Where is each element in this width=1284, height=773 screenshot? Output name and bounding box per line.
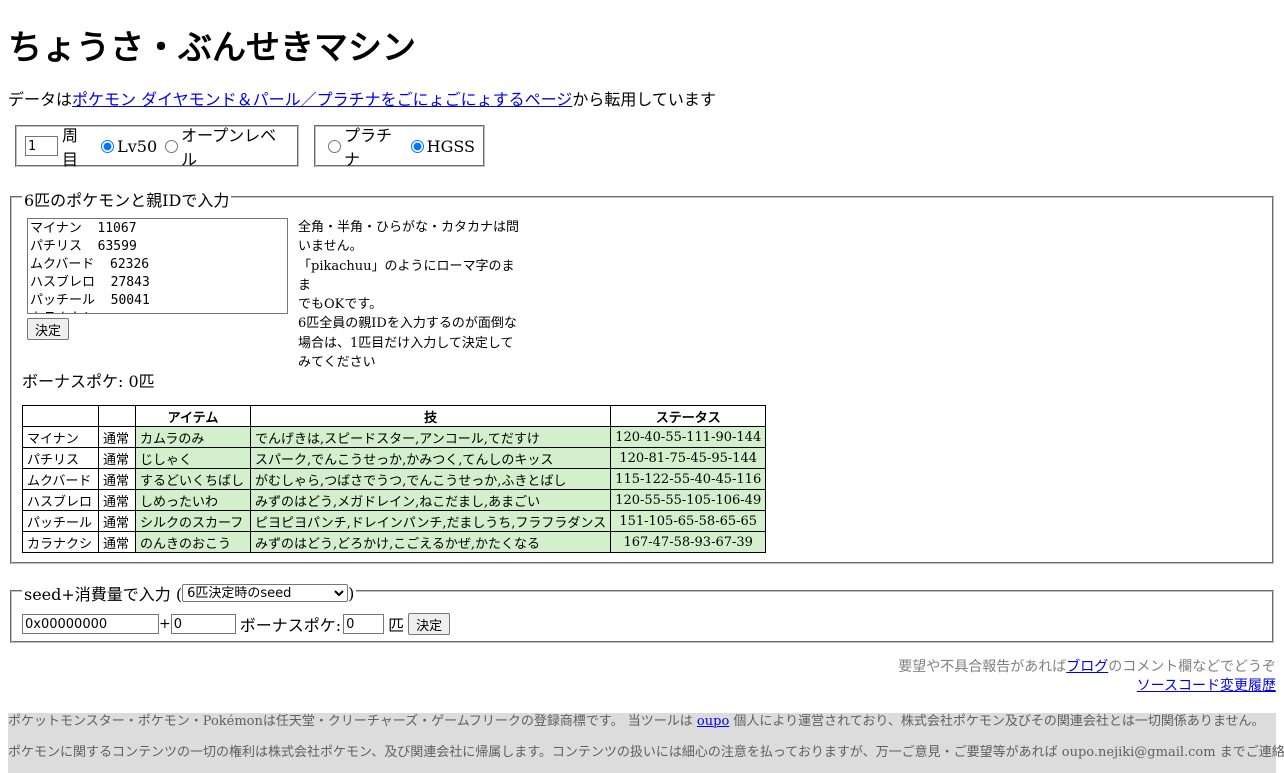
pokemon-item: するどいくちばし [135, 468, 251, 490]
pokemon-kind: 通常 [98, 531, 136, 553]
seed-bonus-label: ボーナスポケ: [239, 616, 342, 635]
seed-input-legend: seed+消費量で入力 ( 6匹決定時のseed ) [22, 581, 357, 605]
table-row: パッチール 通常 シルクのスカーフ ピヨピヨパンチ,ドレインパンチ,だましうち,… [22, 510, 767, 532]
col-name-header [22, 405, 99, 427]
help-line: みてください [298, 355, 376, 371]
blog-link[interactable]: ブログ [1066, 659, 1108, 675]
seed-legend-prefix: seed+消費量で入力 ( [24, 585, 183, 604]
seed-bonus-unit: 匹 [388, 616, 405, 635]
help-line: 全角・半角・ひらがな・カタカナは問 [298, 220, 520, 235]
pokemon-kind: 通常 [98, 510, 136, 532]
lv50-label: Lv50 [117, 136, 158, 156]
pokemon-item: のんきのおこう [135, 531, 251, 553]
open-level-radio[interactable] [165, 139, 179, 153]
pokemon-item: しめったいわ [135, 489, 251, 511]
bonus-count: ボーナスポケ: 0匹 [22, 372, 155, 391]
intro-text: データはポケモン ダイヤモンド＆パール／プラチナをごにょごにょするページから転用… [8, 86, 716, 110]
platinum-radio[interactable] [328, 139, 341, 153]
col-item-header: アイテム [135, 405, 251, 427]
seed-submit-button[interactable]: 決定 [408, 613, 451, 635]
party-input-section: 6匹のポケモンと親IDで入力 マイナン 11067 パチリス 63599 ムクバ… [10, 187, 1274, 564]
table-header-row: アイテム 技 ステータス [22, 405, 767, 427]
intro-suffix: から転用しています [572, 90, 716, 109]
level-options-group: 周目 Lv50 オープンレベル [15, 125, 299, 169]
intro-prefix: データは [8, 90, 73, 109]
help-line: 場合は、1匹目だけ入力して決定して [298, 335, 514, 351]
hgss-label: HGSS [426, 136, 475, 156]
feedback-line: 要望や不具合報告があればブログのコメント欄などでどうぞ [898, 658, 1276, 677]
pokemon-moves: がむしゃら,つばさでうつ,でんこうせっか,ふきとばし [249, 468, 612, 490]
table-row: ムクバード 通常 するどいくちばし がむしゃら,つばさでうつ,でんこうせっか,ふ… [22, 468, 767, 490]
footer-disclaimer-text: 個人により運営されており、株式会社ポケモン及びその関連会社とは一切関係ありません… [733, 714, 1265, 729]
pokemon-name: カラナクシ [22, 531, 99, 553]
pokemon-name: マイナン [22, 426, 99, 448]
party-table: アイテム 技 ステータス マイナン 通常 カムラのみ でんげきは,スピードスター… [22, 405, 767, 553]
col-kind-header [98, 405, 136, 427]
input-help-text: 全角・半角・ひらがな・カタカナは問 いません。 「pikachuu」のようにロー… [298, 218, 524, 372]
footer-line-2: ポケモンに関するコンテンツの一切の権利は株式会社ポケモン、及び関連会社に帰属しま… [8, 745, 1284, 760]
consume-input[interactable] [170, 614, 236, 634]
pokemon-item: じしゃく [135, 447, 251, 469]
open-level-label: オープンレベル [181, 126, 277, 169]
party-textarea[interactable]: マイナン 11067 パチリス 63599 ムクバード 62326 ハスブレロ … [27, 218, 288, 314]
footer-trademark-text: ポケットモンスター・ポケモン・Pokémonは任天堂・クリーチャーズ・ゲームフリ… [8, 714, 693, 729]
pokemon-stats: 120-40-55-111-90-144 [610, 426, 767, 448]
party-submit-button[interactable]: 決定 [27, 318, 69, 340]
version-options-group: プラチナ HGSS [314, 125, 485, 169]
help-line: でもOKです。 [298, 297, 383, 313]
seed-legend-suffix: ) [348, 583, 355, 603]
pokemon-moves: でんげきは,スピードスター,アンコール,てだすけ [249, 426, 612, 448]
hgss-radio[interactable] [410, 139, 424, 153]
pokemon-stats: 120-81-75-45-95-144 [610, 447, 767, 469]
table-row: マイナン 通常 カムラのみ でんげきは,スピードスター,アンコール,てだすけ 1… [22, 426, 767, 448]
pokemon-moves: スパーク,でんこうせっか,かみつく,てんしのキッス [249, 447, 612, 469]
footer-line-1: ポケットモンスター・ポケモン・Pokémonは任天堂・クリーチャーズ・ゲームフリ… [8, 713, 1264, 731]
help-line: 「pikachuu」のようにローマ字のまま [298, 258, 515, 293]
feedback-links: 要望や不具合報告があればブログのコメント欄などでどうぞ ソースコード変更履歴 [898, 658, 1276, 696]
pokemon-item: カムラのみ [135, 426, 251, 448]
col-moves-header: 技 [249, 405, 612, 427]
footer: ポケットモンスター・ポケモン・Pokémonは任天堂・クリーチャーズ・ゲームフリ… [8, 713, 1284, 773]
table-row: ハスブレロ 通常 しめったいわ みずのはどう,メガドレイン,ねこだまし,あまごい… [22, 489, 767, 511]
pokemon-stats: 167-47-58-93-67-39 [610, 531, 767, 553]
seed-row: + ボーナスポケ: 匹 決定 [22, 612, 451, 636]
source-history-link[interactable]: ソースコード変更履歴 [1137, 678, 1276, 694]
pokemon-name: ハスブレロ [22, 489, 99, 511]
pokemon-kind: 通常 [98, 447, 136, 469]
pokemon-kind: 通常 [98, 489, 136, 511]
pokemon-stats: 120-55-55-105-106-49 [610, 489, 767, 511]
platinum-label: プラチナ [344, 126, 393, 169]
pokemon-moves: みずのはどう,メガドレイン,ねこだまし,あまごい [249, 489, 612, 511]
table-row: カラナクシ 通常 のんきのおこう みずのはどう,どろかけ,こごえるかぜ,かたくな… [22, 531, 767, 553]
pokemon-item: シルクのスカーフ [135, 510, 251, 532]
pokemon-stats: 115-122-55-40-45-116 [610, 468, 767, 490]
pokemon-name: パチリス [22, 447, 99, 469]
pokemon-name: ムクバード [22, 468, 99, 490]
page-title: ちょうさ・ぶんせきマシン [8, 28, 416, 68]
round-label: 周目 [62, 126, 79, 169]
col-stats-header: ステータス [610, 405, 767, 427]
table-row: パチリス 通常 じしゃく スパーク,でんこうせっか,かみつく,てんしのキッス 1… [22, 447, 767, 469]
pokemon-stats: 151-105-65-58-65-65 [610, 510, 767, 532]
help-line: 6匹全員の親IDを入力するのが面倒な [298, 316, 517, 332]
plus-sign: + [159, 616, 171, 632]
lv50-radio[interactable] [101, 139, 115, 153]
seed-mode-select[interactable]: 6匹決定時のseed [182, 584, 349, 602]
seed-bonus-input[interactable] [343, 614, 385, 634]
source-page-link[interactable]: ポケモン ダイヤモンド＆パール／プラチナをごにょごにょするページ [72, 90, 572, 109]
feedback-suffix: のコメント欄などでどうぞ [1108, 659, 1276, 675]
seed-input[interactable] [22, 614, 159, 634]
round-input[interactable] [25, 136, 58, 156]
seed-input-section: seed+消費量で入力 ( 6匹決定時のseed ) + ボーナスポケ: 匹 決… [10, 581, 1274, 643]
help-line: いません。 [298, 239, 363, 255]
feedback-prefix: 要望や不具合報告があれば [898, 659, 1067, 675]
author-link[interactable]: oupo [697, 714, 729, 729]
pokemon-moves: みずのはどう,どろかけ,こごえるかぜ,かたくなる [249, 531, 612, 553]
pokemon-kind: 通常 [98, 426, 136, 448]
party-input-legend: 6匹のポケモンと親IDで入力 [22, 187, 232, 211]
pokemon-name: パッチール [22, 510, 99, 532]
pokemon-kind: 通常 [98, 468, 136, 490]
pokemon-moves: ピヨピヨパンチ,ドレインパンチ,だましうち,フラフラダンス [249, 510, 612, 532]
